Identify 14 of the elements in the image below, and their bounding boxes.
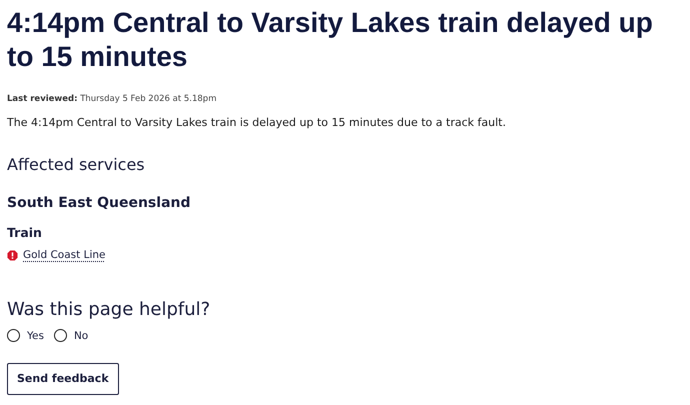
radio-label: Yes (27, 330, 44, 342)
send-feedback-button[interactable]: Send feedback (7, 363, 119, 395)
radio-label: No (74, 330, 88, 342)
page-title: 4:14pm Central to Varsity Lakes train delayed up to 15 minutes (7, 6, 654, 74)
last-reviewed-text: Last reviewed: Thursday 5 Feb 2026 at 5.18pm (7, 94, 218, 104)
service-line-link[interactable]: Gold Coast Line (23, 249, 106, 261)
feedback-question: Was this page helpful? (7, 299, 212, 320)
radio-button[interactable] (54, 329, 67, 342)
region-heading: South East Queensland (7, 195, 192, 211)
alert-icon (7, 250, 18, 260)
radio-button[interactable] (7, 329, 20, 342)
summary-text: The 4:14pm Central to Varsity Lakes train is delayed up to 15 minutes due to a track fault. (7, 116, 507, 129)
mode-heading: Train (7, 225, 43, 240)
section-heading: Affected services (7, 155, 146, 174)
